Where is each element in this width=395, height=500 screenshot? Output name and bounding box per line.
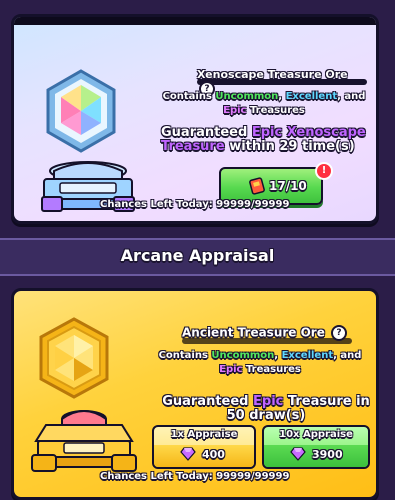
treasures-text: Treasures [246,105,305,116]
treasure-word: Treasure [161,139,225,154]
contains-prefix: Contains [158,350,212,361]
comma: , [278,91,286,102]
guaranteed-word: Guaranteed [161,125,252,140]
card-title-text: Ancient Treasure Ore [182,325,325,340]
contains-prefix: Contains [162,91,216,102]
excellent-label: Excellent [281,350,334,361]
xenoscape-ore-card: Xenoscape Treasure Ore ? Contains Uncomm… [11,14,379,224]
section-header: Arcane Appraisal [0,238,395,276]
guarantee-text: Guaranteed Epic Xenoscape Treasure withi… [161,126,366,154]
contains-text: Contains Uncommon, Excellent, and Epic T… [154,90,374,118]
epic-label: Epic [223,105,247,116]
card-top-bar [14,17,376,25]
gem-icon [180,447,196,461]
card-title-text: Xenoscape Treasure Ore [197,68,348,81]
treasure-in-text: Treasure in [283,394,370,409]
guaranteed-word: Guaranteed [162,394,254,409]
appraise-1x-cost: 400 [202,448,225,461]
and-text: , and [337,91,366,102]
gem-icon [290,447,306,461]
appraise-10x-button[interactable]: 10x Appraise 3900 [262,425,370,469]
card-title: Ancient Treasure Ore ? [182,325,348,341]
ticket-icon [249,177,265,195]
appraise-10x-cost: 3900 [312,448,343,461]
uncommon-label: Uncommon [211,350,275,361]
comma: , [274,350,282,361]
hex-crystal-icon [46,69,116,153]
appraise-10x-label: 10x Appraise [279,429,353,440]
chances-left-text: Chances Left Today: 99999/99999 [100,199,290,210]
uncommon-label: Uncommon [215,91,279,102]
appraise-1x-label: 1x Appraise [170,429,238,440]
ancient-ore-card: Ancient Treasure Ore ? Contains Uncommon… [11,288,379,500]
contains-text: Contains Uncommon, Excellent, and Epic T… [150,349,370,377]
excellent-label: Excellent [285,91,338,102]
gold-hex-icon [39,317,109,399]
draw-count-text: 50 draw(s) [226,408,306,423]
within-times-text: within 29 time(s) [224,139,355,154]
question-icon[interactable]: ? [331,325,348,341]
section-title: Arcane Appraisal [120,246,275,265]
chances-left-text: Chances Left Today: 99999/99999 [100,471,290,482]
epic-xenoscape-text: Epic Xenoscape [251,125,366,140]
treasures-text: Treasures [242,364,301,375]
ticket-count: 17/10 [269,179,307,193]
epic-word: Epic [253,394,284,409]
pedestal-icon [31,410,137,472]
alert-badge: ! [315,162,333,180]
guarantee-text: Guaranteed Epic Treasure in 50 draw(s) [160,395,372,423]
appraise-1x-button[interactable]: 1x Appraise 400 [152,425,256,469]
and-text: , and [333,350,362,361]
epic-label: Epic [219,364,243,375]
